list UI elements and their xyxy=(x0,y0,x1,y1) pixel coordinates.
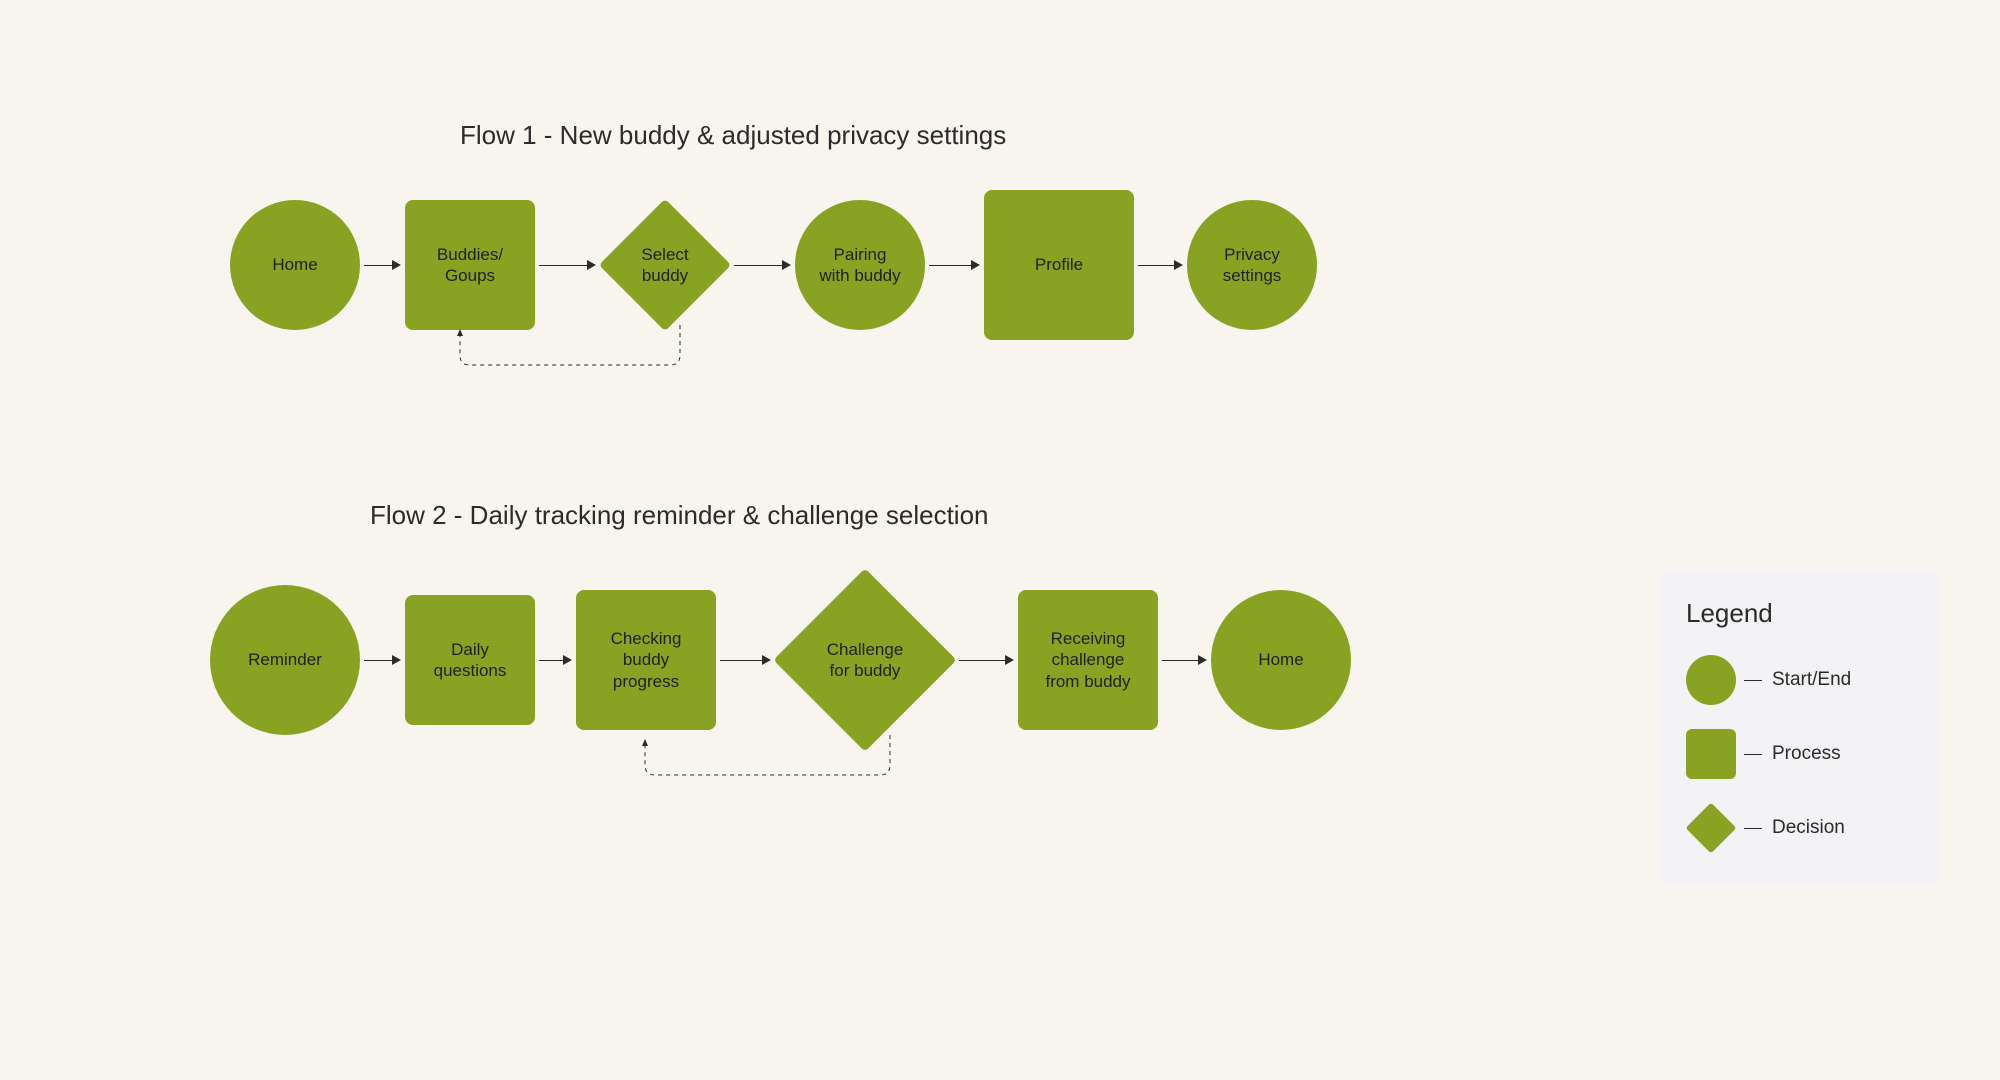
arrow-icon xyxy=(539,260,596,270)
arrow-icon xyxy=(1162,655,1207,665)
arrow-icon xyxy=(959,655,1014,665)
flow1-node-privacy: Privacy settings xyxy=(1187,200,1317,330)
flow2-row: Reminder Daily questions Checking buddy … xyxy=(210,570,1351,750)
flow2-title: Flow 2 - Daily tracking reminder & chall… xyxy=(370,500,989,531)
flow1-title: Flow 1 - New buddy & adjusted privacy se… xyxy=(460,120,1006,151)
flow1-row: Home Buddies/ Goups Select buddy Pairing… xyxy=(230,190,1317,340)
node-label: Daily questions xyxy=(434,639,507,682)
arrow-icon xyxy=(364,260,401,270)
arrow-icon xyxy=(720,655,771,665)
flow1-node-pairing: Pairing with buddy xyxy=(795,200,925,330)
legend-label: Process xyxy=(1772,743,1841,765)
flow2-node-home: Home xyxy=(1211,590,1351,730)
node-label: Select buddy xyxy=(641,244,688,287)
legend-row-start-end: Start/End xyxy=(1686,655,1914,705)
node-label: Home xyxy=(272,254,317,275)
diamond-icon xyxy=(1686,803,1736,853)
legend-label: Start/End xyxy=(1772,669,1851,691)
flow2-node-receiving-challenge: Receiving challenge from buddy xyxy=(1018,590,1158,730)
arrow-icon xyxy=(929,260,980,270)
node-label: Pairing with buddy xyxy=(819,244,900,287)
circle-icon xyxy=(1686,655,1736,705)
node-label: Privacy settings xyxy=(1223,244,1282,287)
flow1-node-profile: Profile xyxy=(984,190,1134,340)
legend-panel: Legend Start/End Process Decision xyxy=(1660,570,1940,885)
node-label: Home xyxy=(1258,649,1303,670)
legend-row-process: Process xyxy=(1686,729,1914,779)
flow2-node-challenge: Challenge for buddy xyxy=(775,570,955,750)
node-label: Profile xyxy=(1035,254,1083,275)
arrow-icon xyxy=(734,260,791,270)
dash-icon xyxy=(1744,828,1762,829)
flow2-node-daily-questions: Daily questions xyxy=(405,595,535,725)
arrow-icon xyxy=(364,655,401,665)
flow1-node-home: Home xyxy=(230,200,360,330)
legend-row-decision: Decision xyxy=(1686,803,1914,853)
node-label: Buddies/ Goups xyxy=(437,244,503,287)
legend-title: Legend xyxy=(1686,598,1914,629)
node-label: Challenge for buddy xyxy=(827,639,904,682)
node-label: Checking buddy progress xyxy=(611,628,682,692)
flow1-node-buddies: Buddies/ Goups xyxy=(405,200,535,330)
arrow-icon xyxy=(539,655,572,665)
legend-label: Decision xyxy=(1772,817,1845,839)
flow2-node-checking-progress: Checking buddy progress xyxy=(576,590,716,730)
node-label: Receiving challenge from buddy xyxy=(1045,628,1130,692)
dash-icon xyxy=(1744,680,1762,681)
arrow-icon xyxy=(1138,260,1183,270)
flow2-node-reminder: Reminder xyxy=(210,585,360,735)
square-icon xyxy=(1686,729,1736,779)
node-label: Reminder xyxy=(248,649,322,670)
flow1-node-select-buddy: Select buddy xyxy=(600,200,730,330)
dash-icon xyxy=(1744,754,1762,755)
